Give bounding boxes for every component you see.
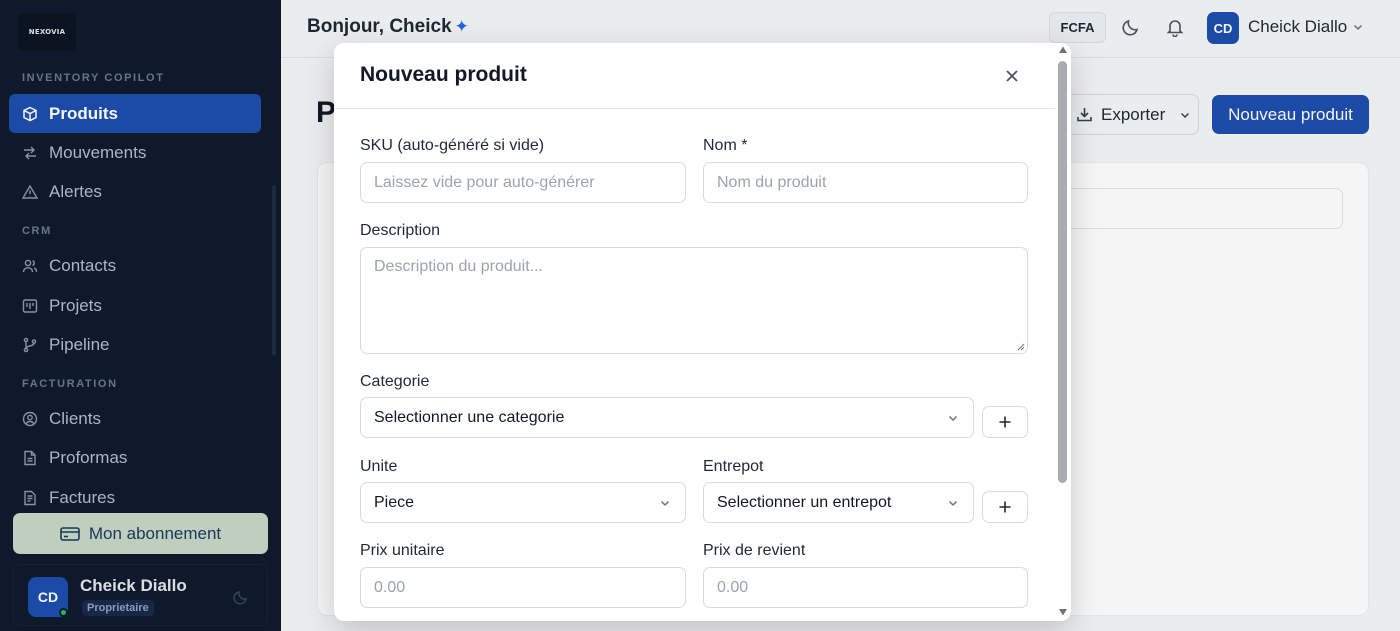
chevron-down-icon	[948, 415, 958, 422]
category-select[interactable]: Selectionner une categorie	[360, 397, 974, 438]
name-label: Nom *	[703, 137, 748, 154]
close-icon	[1006, 70, 1018, 82]
dialog-scrollbar[interactable]	[1055, 43, 1071, 621]
resize-handle-icon[interactable]	[1017, 343, 1025, 351]
warehouse-label: Entrepot	[703, 458, 764, 475]
cost-price-label: Prix de revient	[703, 542, 806, 559]
chevron-down-icon	[948, 500, 958, 507]
chevron-down-icon	[660, 500, 670, 507]
cost-price-input[interactable]: 0.00	[703, 567, 1028, 608]
sku-input[interactable]: Laissez vide pour auto-générer	[360, 162, 686, 203]
unit-price-label: Prix unitaire	[360, 542, 445, 559]
dialog-title: Nouveau produit	[360, 63, 527, 86]
name-input[interactable]: Nom du produit	[703, 162, 1028, 203]
category-selected-value: Selectionner une categorie	[374, 408, 565, 426]
scroll-up-icon[interactable]	[1058, 45, 1068, 55]
description-placeholder: Description du produit...	[374, 258, 543, 275]
add-warehouse-button[interactable]	[982, 491, 1028, 523]
description-label: Description	[360, 222, 441, 239]
add-category-button[interactable]	[982, 406, 1028, 438]
description-textarea[interactable]: Description du produit...	[360, 247, 1028, 354]
new-product-dialog: Nouveau produit SKU (auto-généré si vide…	[334, 43, 1071, 621]
scroll-down-icon[interactable]	[1058, 607, 1068, 617]
dialog-scrollbar-thumb[interactable]	[1058, 61, 1067, 483]
dialog-header: Nouveau produit	[334, 43, 1071, 109]
plus-icon	[999, 501, 1011, 513]
category-label: Categorie	[360, 373, 430, 390]
unit-select[interactable]: Piece	[360, 482, 686, 523]
warehouse-selected-value: Selectionner un entrepot	[717, 493, 892, 511]
unit-label: Unite	[360, 458, 398, 475]
close-button[interactable]	[1002, 66, 1022, 86]
plus-icon	[999, 416, 1011, 428]
warehouse-select[interactable]: Selectionner un entrepot	[703, 482, 974, 523]
unit-selected-value: Piece	[374, 493, 415, 511]
sku-label: SKU (auto-généré si vide)	[360, 137, 545, 154]
unit-price-input[interactable]: 0.00	[360, 567, 686, 608]
